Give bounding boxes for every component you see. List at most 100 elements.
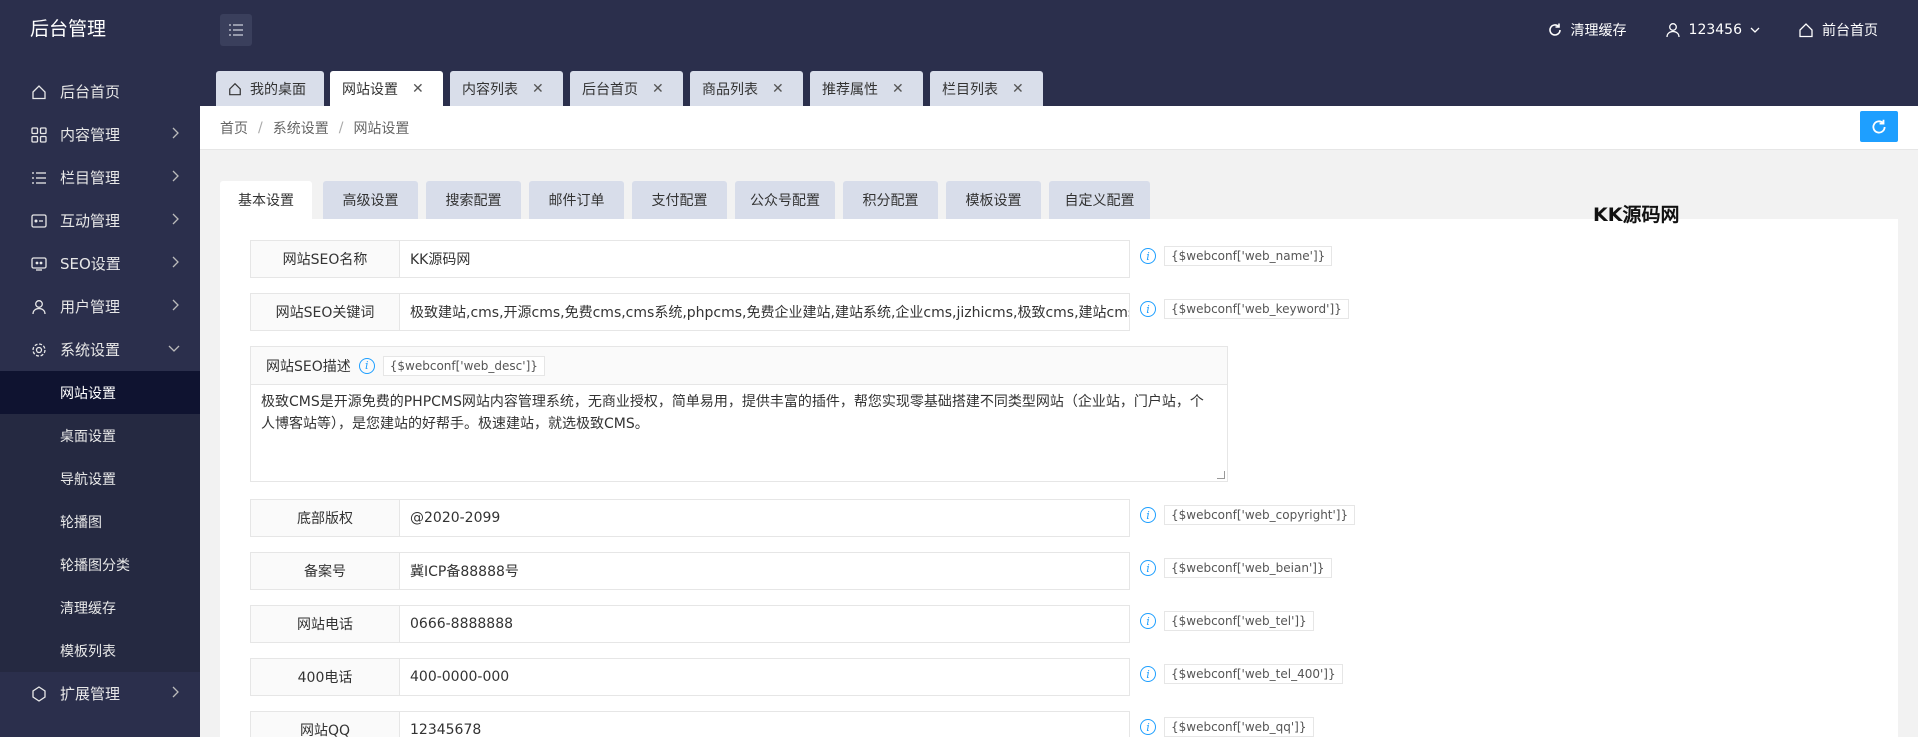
sidebar-subitem-clear-cache[interactable]: 清理缓存 [0,586,200,629]
tab-basic-settings[interactable]: 基本设置 [220,181,312,219]
sidebar-item-columns[interactable]: 栏目管理 [0,156,200,199]
tab-product-list[interactable]: 商品列表 ✕ [690,71,803,106]
sidebar-subitem-carousel-category[interactable]: 轮播图分类 [0,543,200,586]
tab-recommend-attrs[interactable]: 推荐属性 ✕ [810,71,923,106]
tab-label: 内容列表 [462,81,518,98]
sidebar-item-label: 用户管理 [60,298,121,316]
tab-search-config[interactable]: 搜索配置 [426,181,521,219]
tab-label: 商品列表 [702,81,758,98]
info-icon[interactable]: i [1140,248,1156,264]
info-icon[interactable]: i [1140,719,1156,735]
seo-description-textarea[interactable]: 极致CMS是开源免费的PHPCMS网站内容管理系统，无商业授权，简单易用，提供丰… [251,385,1227,441]
close-icon[interactable]: ✕ [1012,81,1024,97]
tab-mail-order[interactable]: 邮件订单 [529,181,624,219]
close-icon[interactable]: ✕ [532,81,544,97]
refresh-icon [1872,119,1886,133]
tab-template-settings[interactable]: 模板设置 [946,181,1041,219]
menu-toggle-button[interactable] [220,14,252,46]
tel-input[interactable]: 0666-8888888 [400,605,1130,643]
info-icon[interactable]: i [1140,301,1156,317]
chevron-right-icon [172,686,179,698]
sidebar-item-label: 扩展管理 [60,685,121,703]
info-icon[interactable]: i [1140,613,1156,629]
sidebar-item-extensions[interactable]: 扩展管理 [0,672,200,715]
beian-input[interactable]: 冀ICP备88888号 [400,552,1130,590]
help-seo-name: i {$webconf['web_name']} [1140,246,1333,266]
sidebar-subitem-desktop-settings[interactable]: 桌面设置 [0,414,200,457]
copyright-input[interactable]: @2020-2099 [400,499,1130,537]
chevron-down-icon [168,345,180,352]
tab-advanced-settings[interactable]: 高级设置 [323,181,418,219]
qq-input[interactable]: 12345678 [400,711,1130,737]
form-row-beian: 备案号 冀ICP备88888号 [250,552,1130,590]
breadcrumb-system[interactable]: 系统设置 [273,118,329,138]
form-label: 网站SEO描述 [266,358,351,375]
tab-site-settings[interactable]: 网站设置 ✕ [330,71,443,106]
refresh-icon [1548,23,1561,36]
info-icon[interactable]: i [358,357,375,374]
clear-cache-label: 清理缓存 [1570,23,1627,39]
page-tabs-bar: 我的桌面 网站设置 ✕ 内容列表 ✕ 后台首页 ✕ 商品列表 ✕ 推荐属性 ✕ … [200,60,1918,106]
tab-custom-config[interactable]: 自定义配置 [1049,181,1150,219]
chevron-right-icon [172,170,179,182]
chevron-right-icon [172,256,179,268]
breadcrumb-separator: / [338,119,344,136]
sidebar-item-users[interactable]: 用户管理 [0,285,200,328]
tab-label: 后台首页 [582,81,638,98]
form-row-qq: 网站QQ 12345678 [250,711,1130,737]
sidebar-item-system[interactable]: 系统设置 [0,328,200,371]
list-icon [30,169,48,187]
resize-handle[interactable] [1217,471,1225,479]
close-icon[interactable]: ✕ [412,81,424,97]
home-icon [229,82,241,95]
sidebar-item-label: SEO设置 [60,255,121,273]
info-icon[interactable]: i [1140,507,1156,523]
tab-admin-home[interactable]: 后台首页 ✕ [570,71,683,106]
sidebar-subitem-nav-settings[interactable]: 导航设置 [0,457,200,500]
front-home-link[interactable]: 前台首页 [1798,20,1878,40]
tab-payment-config[interactable]: 支付配置 [632,181,727,219]
tab-wechat-config[interactable]: 公众号配置 [735,181,835,219]
info-icon[interactable]: i [1140,666,1156,682]
tel-400-input[interactable]: 400-0000-000 [400,658,1130,696]
extension-icon [30,685,48,703]
form-label: 底部版权 [250,499,400,537]
close-icon[interactable]: ✕ [892,81,904,97]
variable-tag: {$webconf['web_qq']} [1164,717,1314,737]
tab-my-desktop[interactable]: 我的桌面 [216,71,324,106]
user-icon [1665,23,1680,38]
tab-label: 网站设置 [342,81,398,98]
breadcrumb: 首页 / 系统设置 / 网站设置 [200,106,1918,150]
close-icon[interactable]: ✕ [772,81,784,97]
sidebar-subitem-template-list[interactable]: 模板列表 [0,629,200,672]
grid-icon [30,126,48,144]
info-icon[interactable]: i [1140,560,1156,576]
tab-content-list[interactable]: 内容列表 ✕ [450,71,563,106]
sidebar-item-content[interactable]: 内容管理 [0,113,200,156]
sidebar-item-interaction[interactable]: 互动管理 [0,199,200,242]
breadcrumb-home[interactable]: 首页 [220,118,248,138]
refresh-button[interactable] [1860,111,1898,142]
tab-points-config[interactable]: 积分配置 [843,181,938,219]
sidebar-item-seo[interactable]: SEO设置 [0,242,200,285]
sidebar-subitem-carousel[interactable]: 轮播图 [0,500,200,543]
variable-tag: {$webconf['web_tel']} [1164,611,1314,631]
sidebar-item-label: 栏目管理 [60,169,121,187]
tab-column-list[interactable]: 栏目列表 ✕ [930,71,1043,106]
user-menu[interactable]: 123456 [1665,22,1760,38]
menu-icon [229,24,243,36]
front-home-label: 前台首页 [1822,23,1878,39]
close-icon[interactable]: ✕ [652,81,664,97]
variable-tag: {$webconf['web_keyword']} [1164,299,1349,319]
sidebar-subitem-site-settings[interactable]: 网站设置 [0,371,200,414]
tab-label: 推荐属性 [822,81,878,98]
interaction-icon [30,212,48,230]
help-tel-400: i {$webconf['web_tel_400']} [1140,664,1343,684]
clear-cache-link[interactable]: 清理缓存 [1547,20,1627,40]
app-logo: 后台管理 [30,18,107,40]
sidebar-item-dashboard[interactable]: 后台首页 [0,70,200,113]
seo-name-input[interactable]: KK源码网 [400,240,1130,278]
sidebar-item-label: 系统设置 [60,341,121,359]
seo-keyword-input[interactable]: 极致建站,cms,开源cms,免费cms,cms系统,phpcms,免费企业建站… [400,293,1130,331]
form-row-seo-keyword: 网站SEO关键词 极致建站,cms,开源cms,免费cms,cms系统,phpc… [250,293,1130,331]
